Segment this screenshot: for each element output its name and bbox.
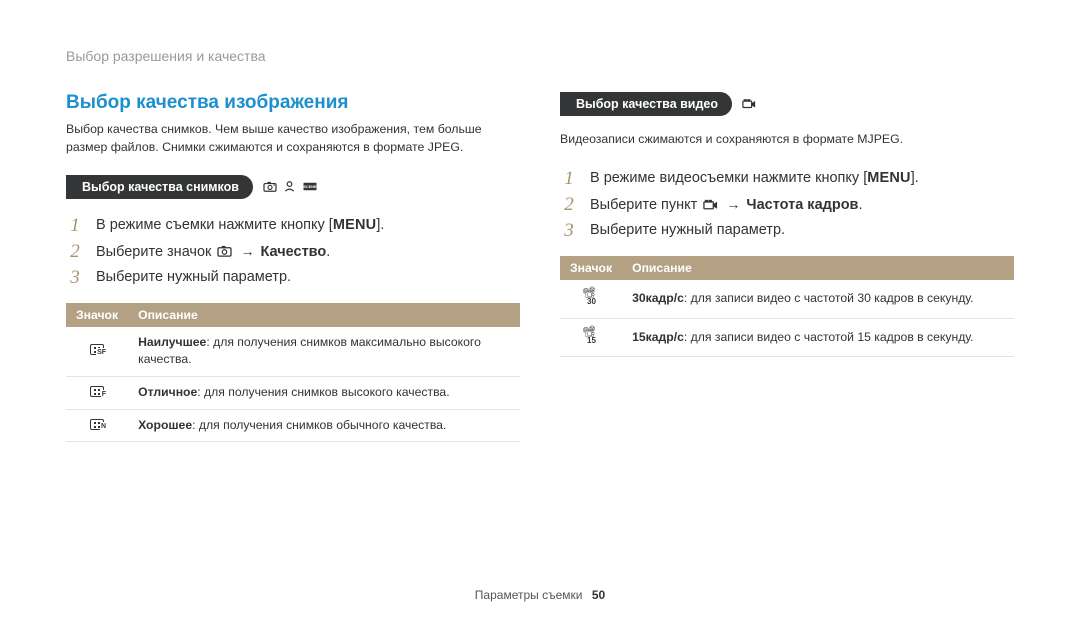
step-1-photo: В режиме съемки нажмите кнопку [MENU]. bbox=[66, 213, 520, 239]
video-quality-table: Значок Описание 30кадр/с: для записи вид… bbox=[560, 256, 1014, 357]
opt-bold: Хорошее bbox=[138, 418, 192, 432]
opt-bold: Отличное bbox=[138, 385, 197, 399]
step-3-text: Выберите нужный параметр. bbox=[96, 265, 291, 290]
th-description: Описание bbox=[128, 303, 520, 327]
opt-rest: : для записи видео с частотой 30 кадров … bbox=[684, 291, 974, 305]
step-2-video: Выберите пункт → Частота кадров. bbox=[560, 192, 1014, 218]
table-row: Отличное: для получения снимков высокого… bbox=[66, 376, 520, 409]
steps-photo: В режиме съемки нажмите кнопку [MENU]. В… bbox=[66, 213, 520, 291]
quality-superfine-icon bbox=[90, 344, 104, 355]
arrow-icon: → bbox=[238, 243, 256, 259]
th-description: Описание bbox=[622, 256, 1014, 280]
menu-key: MENU bbox=[333, 217, 377, 233]
pill-photo-quality: Выбор качества снимков bbox=[66, 175, 253, 199]
right-column: Выбор качества видео Видеозаписи сжимают… bbox=[560, 92, 1014, 442]
pill-video-quality: Выбор качества видео bbox=[560, 92, 732, 116]
step-2-dot: . bbox=[326, 244, 330, 260]
camera-icon bbox=[263, 180, 277, 194]
step-2-dot: . bbox=[858, 197, 862, 213]
menu-key: MENU bbox=[867, 170, 911, 186]
step-2-bold: Качество bbox=[261, 244, 327, 260]
movie-icon bbox=[742, 97, 756, 111]
mode-icons-video bbox=[742, 97, 756, 111]
step-1-video: В режиме видеосъемки нажмите кнопку [MEN… bbox=[560, 166, 1014, 192]
portrait-icon bbox=[283, 180, 297, 194]
step-1-text-b: ]. bbox=[911, 170, 919, 186]
fps-15-icon bbox=[582, 326, 600, 344]
table-row: 15кадр/с: для записи видео с частотой 15… bbox=[560, 318, 1014, 357]
opt-bold: 30кадр/с bbox=[632, 291, 684, 305]
opt-rest: : для получения снимков высокого качеств… bbox=[197, 385, 449, 399]
page-footer: Параметры съемки 50 bbox=[0, 588, 1080, 602]
intro-text-left: Выбор качества снимков. Чем выше качеств… bbox=[66, 120, 520, 157]
photo-quality-table: Значок Описание Наилучшее: для получения… bbox=[66, 303, 520, 443]
step-2-photo: Выберите значок → Качество. bbox=[66, 239, 520, 265]
step-2-bold: Частота кадров bbox=[746, 197, 858, 213]
breadcrumb: Выбор разрешения и качества bbox=[66, 48, 1014, 64]
step-1-text-b: ]. bbox=[376, 217, 384, 233]
quality-fine-icon bbox=[90, 386, 104, 397]
camera-small-icon bbox=[217, 245, 232, 260]
footer-section-label: Параметры съемки bbox=[475, 588, 583, 602]
table-row: 30кадр/с: для записи видео с частотой 30… bbox=[560, 280, 1014, 318]
scene-icon: SCENE bbox=[303, 180, 317, 194]
arrow-icon: → bbox=[724, 196, 742, 212]
two-column-layout: Выбор качества изображения Выбор качеств… bbox=[66, 92, 1014, 442]
opt-rest: : для получения снимков обычного качеств… bbox=[192, 418, 446, 432]
step-3-video: Выберите нужный параметр. bbox=[560, 218, 1014, 244]
movie-small-icon bbox=[703, 199, 718, 214]
opt-bold: Наилучшее bbox=[138, 335, 206, 349]
subsection-header-photo-quality: Выбор качества снимков SCENE bbox=[66, 175, 520, 199]
fps-30-icon bbox=[582, 287, 600, 305]
table-row: Хорошее: для получения снимков обычного … bbox=[66, 409, 520, 442]
step-1-text-a: В режиме видеосъемки нажмите кнопку [ bbox=[590, 170, 867, 186]
th-icon: Значок bbox=[66, 303, 128, 327]
step-2-text-a: Выберите пункт bbox=[590, 197, 701, 213]
quality-normal-icon bbox=[90, 419, 104, 430]
step-3-photo: Выберите нужный параметр. bbox=[66, 265, 520, 291]
subsection-header-video-quality: Выбор качества видео bbox=[560, 92, 1014, 116]
left-column: Выбор качества изображения Выбор качеств… bbox=[66, 92, 520, 442]
section-title-image-quality: Выбор качества изображения bbox=[66, 92, 520, 114]
step-1-text-a: В режиме съемки нажмите кнопку [ bbox=[96, 217, 333, 233]
th-icon: Значок bbox=[560, 256, 622, 280]
intro-text-right: Видеозаписи сжимаются и сохраняются в фо… bbox=[560, 130, 1014, 148]
opt-bold: 15кадр/с bbox=[632, 330, 684, 344]
step-2-text-a: Выберите значок bbox=[96, 244, 215, 260]
step-3-text: Выберите нужный параметр. bbox=[590, 218, 785, 243]
table-row: Наилучшее: для получения снимков максима… bbox=[66, 327, 520, 377]
page-number: 50 bbox=[592, 588, 605, 602]
mode-icons-photo: SCENE bbox=[263, 180, 317, 194]
svg-text:SCENE: SCENE bbox=[303, 186, 317, 190]
steps-video: В режиме видеосъемки нажмите кнопку [MEN… bbox=[560, 166, 1014, 244]
opt-rest: : для записи видео с частотой 15 кадров … bbox=[684, 330, 974, 344]
